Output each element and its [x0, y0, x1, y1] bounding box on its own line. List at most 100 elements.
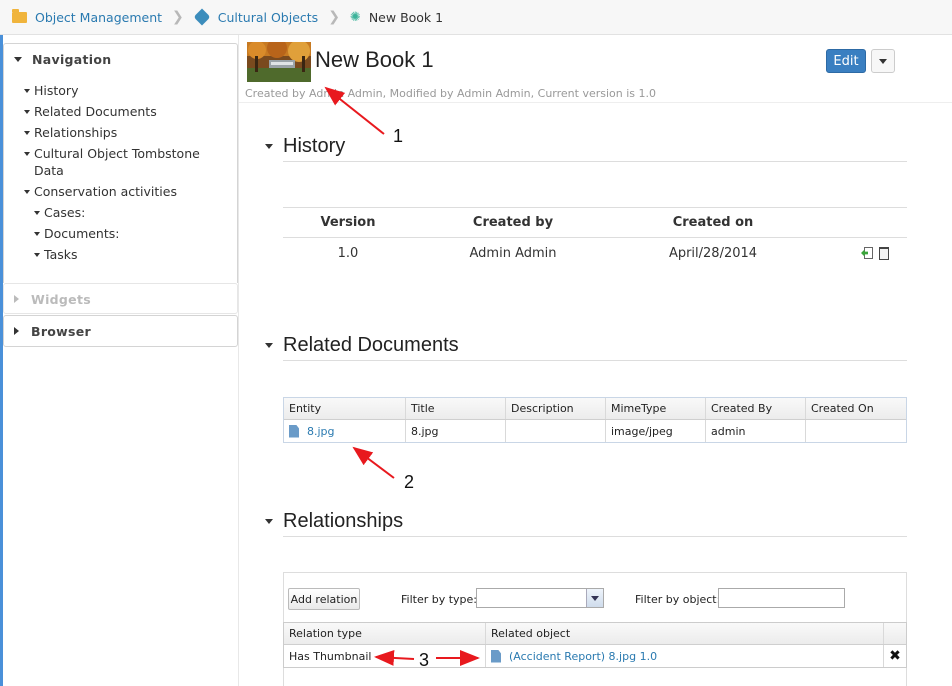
- caret-down-icon: [265, 519, 273, 524]
- created-by-cell: admin: [706, 420, 806, 442]
- nav-item-label[interactable]: Tasks: [44, 246, 78, 263]
- entity-cell[interactable]: 8.jpg: [284, 420, 406, 442]
- created-on-cell: [806, 420, 906, 442]
- navigation-panel-header[interactable]: Navigation: [4, 44, 237, 74]
- related-documents-table: Entity Title Description MimeType Create…: [283, 397, 907, 443]
- main-content: New Book 1 Created by Admin Admin, Modif…: [238, 35, 952, 686]
- nav-subitem-cases[interactable]: Cases:: [18, 204, 237, 221]
- description-cell: [506, 420, 606, 442]
- widgets-panel-header[interactable]: Widgets: [4, 284, 237, 314]
- relationships-section-header[interactable]: Relationships: [265, 510, 403, 533]
- related-object-link[interactable]: (Accident Report) 8.jpg 1.0: [509, 650, 657, 663]
- created-on-cell: April/28/2014: [668, 245, 758, 261]
- table-header: Relation type Related object: [284, 623, 906, 645]
- breadcrumb-item-current: ✺ New Book 1: [350, 10, 443, 25]
- annotation-label-2: 2: [404, 472, 415, 492]
- nav-item-label[interactable]: Conservation activities: [34, 183, 177, 200]
- nav-item-relationships[interactable]: Relationships: [18, 124, 237, 141]
- filter-type-select[interactable]: [476, 588, 604, 608]
- tag-icon: [193, 8, 211, 26]
- delete-relation-cell[interactable]: ✖: [884, 645, 906, 667]
- nav-item-tombstone-data[interactable]: Cultural Object Tombstone Data: [18, 145, 218, 179]
- caret-down-icon: [24, 89, 30, 93]
- delete-version-icon[interactable]: [879, 246, 889, 260]
- breadcrumb-item-object-management[interactable]: Object Management: [12, 8, 162, 25]
- annotation-label-3: 3: [419, 650, 430, 670]
- document-thumbnail[interactable]: [247, 42, 311, 82]
- filter-object-input[interactable]: [718, 588, 845, 608]
- related-object-cell[interactable]: (Accident Report) 8.jpg 1.0: [486, 645, 884, 667]
- table-row: 1.0 Admin Admin April/28/2014: [283, 238, 907, 268]
- browser-panel-header[interactable]: Browser: [4, 316, 237, 346]
- table-header: Version Created by Created on: [283, 208, 907, 238]
- nav-item-label[interactable]: Related Documents: [34, 103, 157, 120]
- nav-item-label[interactable]: Cases:: [44, 204, 85, 221]
- gear-icon: ✺: [349, 9, 361, 25]
- nav-item-label[interactable]: Cultural Object Tombstone Data: [34, 145, 218, 179]
- row-actions: [813, 246, 907, 260]
- browser-panel[interactable]: Browser: [3, 315, 238, 347]
- nav-item-conservation-activities[interactable]: Conservation activities: [18, 183, 237, 200]
- section-title: Related Documents: [283, 334, 459, 356]
- nav-subitem-documents[interactable]: Documents:: [18, 225, 237, 242]
- caret-down-icon: [34, 232, 40, 236]
- breadcrumb-label: New Book 1: [368, 9, 444, 25]
- breadcrumb-item-cultural-objects[interactable]: Cultural Objects: [193, 8, 318, 26]
- actions-dropdown-button[interactable]: [871, 49, 895, 73]
- table-row: Has Thumbnail (Accident Report) 8.jpg 1.…: [284, 645, 906, 667]
- revert-version-icon[interactable]: [861, 246, 873, 260]
- caret-down-icon: [34, 211, 40, 215]
- column-header[interactable]: Created By: [706, 398, 806, 419]
- annotation-label-1: 1: [393, 126, 404, 146]
- related-documents-section-header[interactable]: Related Documents: [265, 334, 459, 357]
- history-section-header[interactable]: History: [265, 135, 345, 158]
- nav-subitem-tasks[interactable]: Tasks: [18, 246, 237, 263]
- breadcrumb-label[interactable]: Object Management: [35, 10, 162, 25]
- caret-down-icon: [24, 152, 30, 156]
- column-header[interactable]: MimeType: [606, 398, 706, 419]
- relationships-table: Relation type Related object Has Thumbna…: [283, 622, 907, 668]
- sidebar: Navigation History Related Documents Rel…: [3, 43, 238, 347]
- close-icon[interactable]: ✖: [889, 648, 901, 664]
- add-relation-button[interactable]: Add relation: [288, 588, 360, 610]
- column-header[interactable]: Entity: [284, 398, 406, 419]
- column-header: Created on: [672, 215, 754, 230]
- panel-title: Navigation: [32, 51, 112, 67]
- caret-down-icon: [24, 190, 30, 194]
- dropdown-arrow-icon[interactable]: [586, 589, 603, 607]
- nav-item-history[interactable]: History: [18, 82, 237, 99]
- section-title: Relationships: [283, 510, 404, 532]
- edit-button[interactable]: Edit: [826, 49, 866, 73]
- column-header[interactable]: Related object: [486, 623, 884, 644]
- nav-item-label[interactable]: Relationships: [34, 124, 117, 141]
- section-divider: [283, 161, 907, 162]
- nav-item-label[interactable]: Documents:: [44, 225, 119, 242]
- column-header: Version: [320, 215, 376, 230]
- version-cell: 1.0: [337, 245, 359, 261]
- caret-down-icon: [34, 253, 40, 257]
- entity-link[interactable]: 8.jpg: [307, 425, 335, 438]
- nav-item-label[interactable]: History: [34, 82, 78, 99]
- history-table: Version Created by Created on 1.0 Admin …: [283, 207, 907, 268]
- title-cell: 8.jpg: [406, 420, 506, 442]
- folder-icon: [12, 8, 27, 23]
- column-header[interactable]: Relation type: [284, 623, 486, 644]
- document-title: New Book 1: [315, 47, 434, 72]
- caret-down-icon: [265, 144, 273, 149]
- widgets-panel[interactable]: Widgets: [3, 283, 238, 314]
- navigation-list: History Related Documents Relationships …: [4, 74, 237, 275]
- column-header[interactable]: Title: [406, 398, 506, 419]
- breadcrumb-label[interactable]: Cultural Objects: [218, 10, 318, 25]
- caret-down-icon: [14, 56, 22, 62]
- column-header[interactable]: Description: [506, 398, 606, 419]
- file-icon: [289, 424, 299, 438]
- panel-title: Widgets: [31, 291, 91, 307]
- caret-down-icon: [24, 131, 30, 135]
- column-header[interactable]: Created On: [806, 398, 906, 419]
- nav-item-related-documents[interactable]: Related Documents: [18, 103, 237, 120]
- document-meta: Created by Admin Admin, Modified by Admi…: [245, 87, 657, 100]
- section-divider: [283, 360, 907, 361]
- breadcrumb: Object Management ❯ Cultural Objects ❯ ✺…: [0, 0, 952, 35]
- file-icon: [491, 649, 501, 663]
- created-by-cell: Admin Admin: [469, 245, 557, 261]
